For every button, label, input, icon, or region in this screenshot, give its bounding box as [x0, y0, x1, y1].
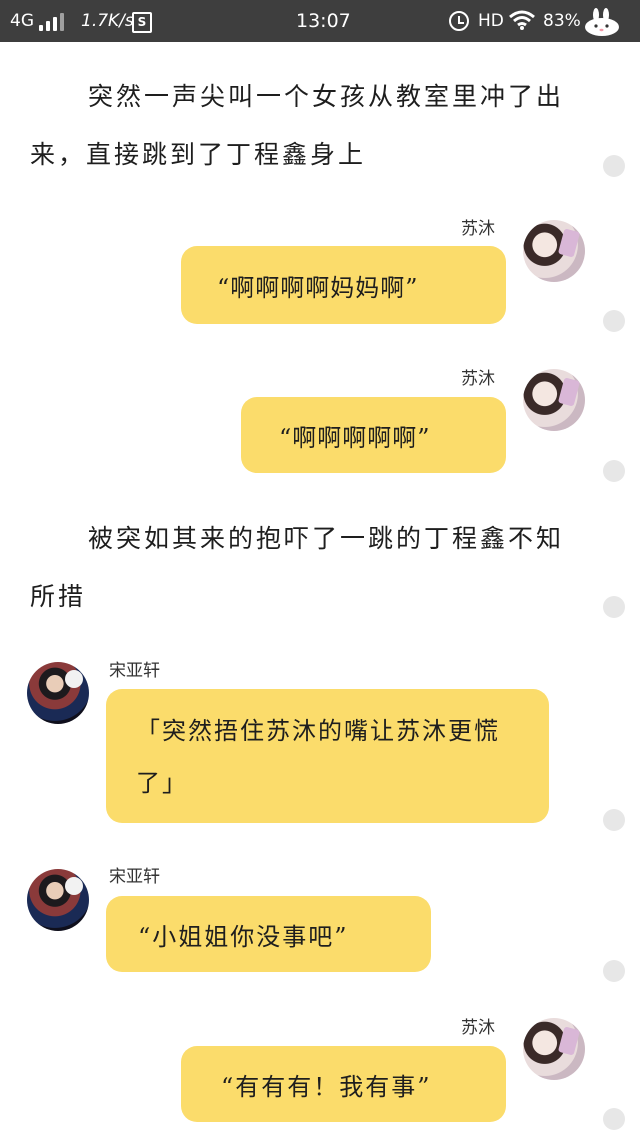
comment-dot-icon[interactable] — [603, 310, 625, 332]
sender-name: 宋亚轩 — [109, 661, 160, 681]
bunny-icon — [585, 8, 619, 36]
alarm-icon — [449, 11, 469, 31]
comment-dot-icon[interactable] — [603, 596, 625, 618]
message-bubble: 「突然捂住苏沐的嘴让苏沐更慌了」 — [106, 689, 549, 823]
wifi-icon — [509, 10, 535, 30]
status-bar: 4G 1.7K/s S 13:07 HD 83% — [0, 0, 640, 42]
comment-dot-icon[interactable] — [603, 809, 625, 831]
signal-icon — [39, 13, 65, 31]
narration-paragraph: 被突如其来的抱吓了一跳的丁程鑫不知所措 — [30, 524, 565, 611]
s-app-icon: S — [132, 12, 152, 33]
avatar[interactable] — [27, 662, 89, 724]
message-text: 「突然捂住苏沐的嘴让苏沐更慌了」 — [136, 717, 500, 797]
message-bubble: “有有有！我有事” — [181, 1046, 506, 1122]
network-type: 4G — [10, 11, 34, 31]
message-bubble: “小姐姐你没事吧” — [106, 896, 431, 972]
narration-paragraph: 突然一声尖叫一个女孩从教室里冲了出来，直接跳到了丁程鑫身上 — [30, 82, 565, 169]
comment-dot-icon[interactable] — [603, 155, 625, 177]
sender-name: 苏沐 — [461, 369, 495, 389]
avatar[interactable] — [27, 869, 89, 931]
clock: 13:07 — [296, 10, 351, 32]
sender-name: 苏沐 — [461, 1018, 495, 1038]
network-speed: 1.7K/s — [81, 11, 134, 31]
message-text: “有有有！我有事” — [221, 1073, 432, 1101]
avatar[interactable] — [523, 1018, 585, 1080]
message-text: “啊啊啊啊妈妈啊” — [217, 274, 419, 302]
comment-dot-icon[interactable] — [603, 960, 625, 982]
battery-level: 83% — [543, 11, 581, 31]
message-text: “小姐姐你没事吧” — [138, 923, 349, 951]
sender-name: 宋亚轩 — [109, 867, 160, 887]
message-text: “啊啊啊啊啊” — [279, 424, 431, 452]
message-bubble: “啊啊啊啊妈妈啊” — [181, 246, 506, 324]
hd-indicator: HD — [478, 11, 504, 31]
comment-dot-icon[interactable] — [603, 460, 625, 482]
sender-name: 苏沐 — [461, 219, 495, 239]
comment-dot-icon[interactable] — [603, 1108, 625, 1130]
message-bubble: “啊啊啊啊啊” — [241, 397, 506, 473]
avatar[interactable] — [523, 369, 585, 431]
avatar[interactable] — [523, 220, 585, 282]
